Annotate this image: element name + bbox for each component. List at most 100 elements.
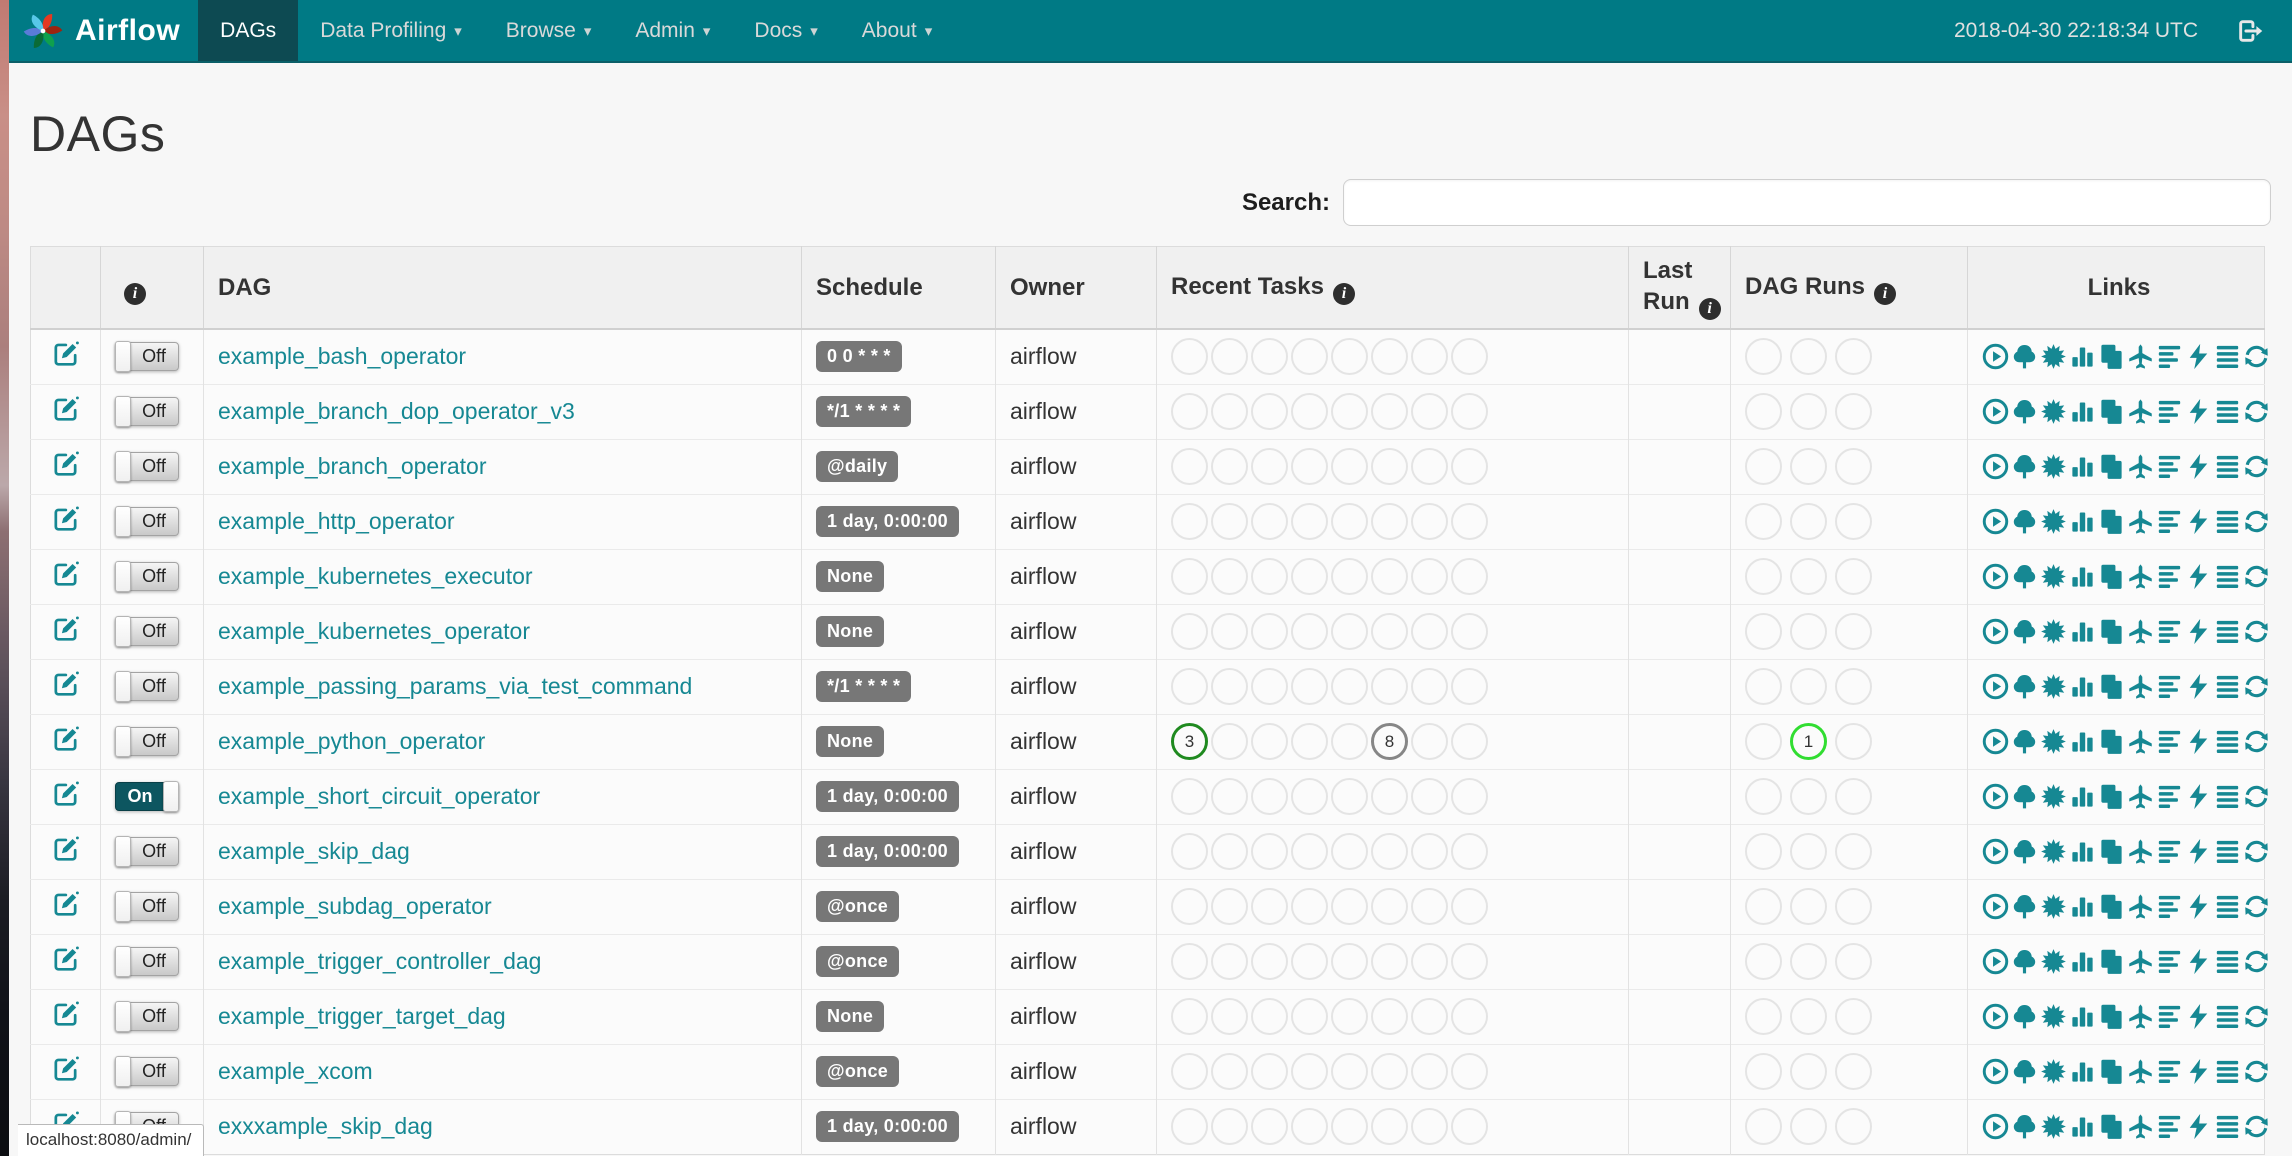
graph-view-icon[interactable] <box>2040 1003 2067 1030</box>
nav-item-docs[interactable]: Docs ▾ <box>732 0 839 61</box>
landing-times-icon[interactable] <box>2127 1113 2154 1140</box>
trigger-dag-icon[interactable] <box>1982 343 2009 370</box>
edit-dag-icon[interactable] <box>52 615 79 642</box>
logs-icon[interactable] <box>2214 948 2241 975</box>
toggle-knob[interactable] <box>163 781 179 813</box>
edit-dag-icon[interactable] <box>52 670 79 697</box>
column-header-last-run[interactable]: Last Run i <box>1628 246 1731 331</box>
logs-icon[interactable] <box>2214 1003 2241 1030</box>
trigger-dag-icon[interactable] <box>1982 618 2009 645</box>
task-duration-icon[interactable] <box>2069 618 2096 645</box>
landing-times-icon[interactable] <box>2127 398 2154 425</box>
nav-item-data-profiling[interactable]: Data Profiling ▾ <box>298 0 484 61</box>
code-view-icon[interactable] <box>2185 673 2212 700</box>
task-tries-icon[interactable] <box>2098 673 2125 700</box>
refresh-icon[interactable] <box>2243 1003 2270 1030</box>
edit-dag-icon[interactable] <box>52 890 79 917</box>
trigger-dag-icon[interactable] <box>1982 893 2009 920</box>
edit-dag-icon[interactable] <box>52 835 79 862</box>
toggle-knob[interactable] <box>115 946 131 978</box>
edit-dag-icon[interactable] <box>52 780 79 807</box>
dag-link[interactable]: example_branch_dop_operator_v3 <box>218 398 575 424</box>
refresh-icon[interactable] <box>2243 563 2270 590</box>
tree-view-icon[interactable] <box>2011 508 2038 535</box>
logs-icon[interactable] <box>2214 838 2241 865</box>
logs-icon[interactable] <box>2214 398 2241 425</box>
gantt-icon[interactable] <box>2156 343 2183 370</box>
column-header-owner[interactable]: Owner <box>995 246 1157 331</box>
task-duration-icon[interactable] <box>2069 563 2096 590</box>
dag-link[interactable]: example_branch_operator <box>218 453 487 479</box>
landing-times-icon[interactable] <box>2127 563 2154 590</box>
toggle-knob[interactable] <box>115 396 131 428</box>
dag-pause-toggle[interactable]: Off <box>115 1056 179 1088</box>
trigger-dag-icon[interactable] <box>1982 1058 2009 1085</box>
graph-view-icon[interactable] <box>2040 893 2067 920</box>
task-state-circle-success[interactable]: 3 <box>1171 723 1208 761</box>
dag-pause-toggle[interactable]: Off <box>115 891 179 923</box>
tree-view-icon[interactable] <box>2011 1058 2038 1085</box>
tree-view-icon[interactable] <box>2011 948 2038 975</box>
task-tries-icon[interactable] <box>2098 398 2125 425</box>
graph-view-icon[interactable] <box>2040 563 2067 590</box>
refresh-icon[interactable] <box>2243 1113 2270 1140</box>
edit-dag-icon[interactable] <box>52 1055 79 1082</box>
edit-dag-icon[interactable] <box>52 505 79 532</box>
task-tries-icon[interactable] <box>2098 618 2125 645</box>
graph-view-icon[interactable] <box>2040 673 2067 700</box>
refresh-icon[interactable] <box>2243 673 2270 700</box>
graph-view-icon[interactable] <box>2040 508 2067 535</box>
task-tries-icon[interactable] <box>2098 563 2125 590</box>
dag-link[interactable]: example_http_operator <box>218 508 455 534</box>
gantt-icon[interactable] <box>2156 563 2183 590</box>
graph-view-icon[interactable] <box>2040 728 2067 755</box>
tree-view-icon[interactable] <box>2011 728 2038 755</box>
edit-dag-icon[interactable] <box>52 340 79 367</box>
gantt-icon[interactable] <box>2156 893 2183 920</box>
task-tries-icon[interactable] <box>2098 948 2125 975</box>
refresh-icon[interactable] <box>2243 783 2270 810</box>
task-duration-icon[interactable] <box>2069 343 2096 370</box>
tree-view-icon[interactable] <box>2011 893 2038 920</box>
tree-view-icon[interactable] <box>2011 1003 2038 1030</box>
code-view-icon[interactable] <box>2185 1058 2212 1085</box>
tree-view-icon[interactable] <box>2011 673 2038 700</box>
edit-dag-icon[interactable] <box>52 725 79 752</box>
trigger-dag-icon[interactable] <box>1982 948 2009 975</box>
gantt-icon[interactable] <box>2156 508 2183 535</box>
graph-view-icon[interactable] <box>2040 1113 2067 1140</box>
trigger-dag-icon[interactable] <box>1982 838 2009 865</box>
logs-icon[interactable] <box>2214 1113 2241 1140</box>
toggle-knob[interactable] <box>115 671 131 703</box>
toggle-knob[interactable] <box>115 506 131 538</box>
graph-view-icon[interactable] <box>2040 343 2067 370</box>
dag-pause-toggle[interactable]: Off <box>115 341 179 373</box>
edit-dag-icon[interactable] <box>52 395 79 422</box>
edit-dag-icon[interactable] <box>52 560 79 587</box>
graph-view-icon[interactable] <box>2040 1058 2067 1085</box>
logs-icon[interactable] <box>2214 618 2241 645</box>
dag-link[interactable]: example_trigger_target_dag <box>218 1003 506 1029</box>
code-view-icon[interactable] <box>2185 563 2212 590</box>
graph-view-icon[interactable] <box>2040 838 2067 865</box>
refresh-icon[interactable] <box>2243 453 2270 480</box>
dag-link[interactable]: example_bash_operator <box>218 343 466 369</box>
toggle-knob[interactable] <box>115 451 131 483</box>
toggle-knob[interactable] <box>115 726 131 758</box>
trigger-dag-icon[interactable] <box>1982 728 2009 755</box>
logs-icon[interactable] <box>2214 728 2241 755</box>
edit-dag-icon[interactable] <box>52 450 79 477</box>
task-tries-icon[interactable] <box>2098 343 2125 370</box>
dag-pause-toggle[interactable]: Off <box>115 506 179 538</box>
landing-times-icon[interactable] <box>2127 508 2154 535</box>
refresh-icon[interactable] <box>2243 728 2270 755</box>
landing-times-icon[interactable] <box>2127 838 2154 865</box>
logs-icon[interactable] <box>2214 783 2241 810</box>
dag-pause-toggle[interactable]: Off <box>115 561 179 593</box>
gantt-icon[interactable] <box>2156 728 2183 755</box>
edit-dag-icon[interactable] <box>52 1000 79 1027</box>
dag-link[interactable]: exxxample_skip_dag <box>218 1113 433 1139</box>
gantt-icon[interactable] <box>2156 948 2183 975</box>
gantt-icon[interactable] <box>2156 1003 2183 1030</box>
refresh-icon[interactable] <box>2243 948 2270 975</box>
